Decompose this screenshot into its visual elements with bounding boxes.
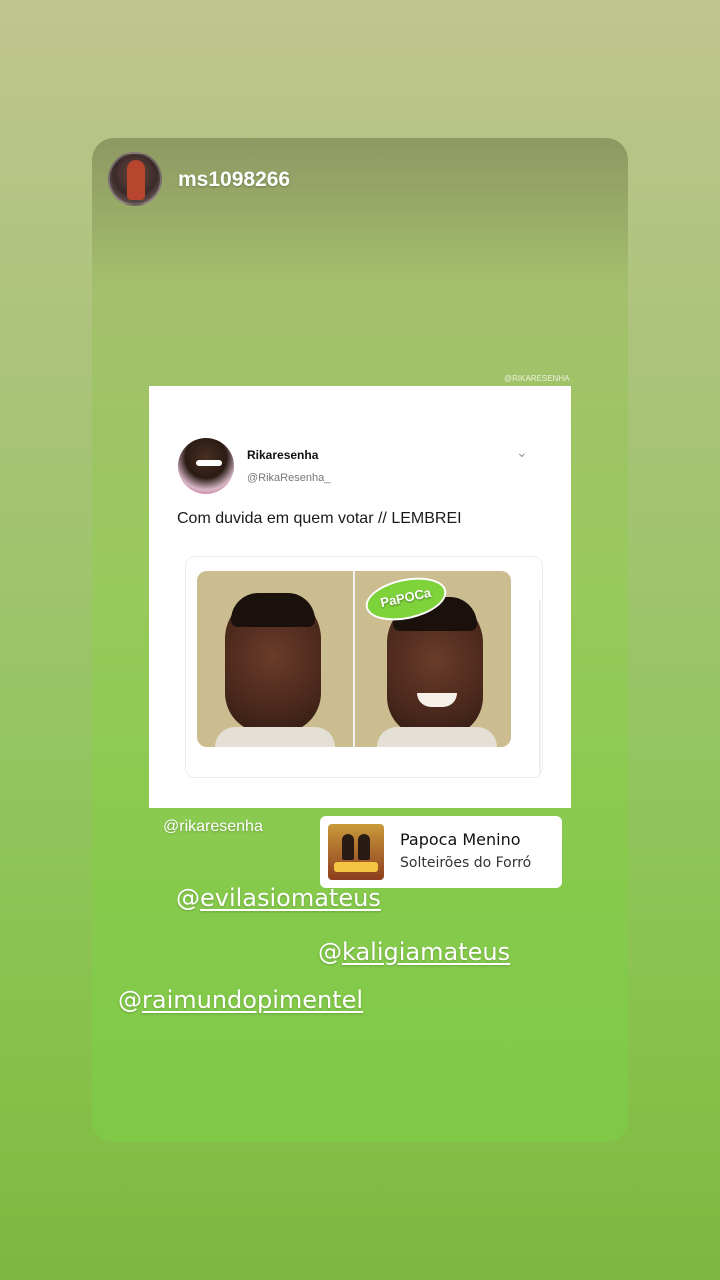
story-top-shade (92, 138, 628, 288)
post-watermark: @RIKARESENHA (504, 374, 570, 383)
mention-raimundopimentel[interactable]: @raimundopimentel (118, 986, 363, 1014)
hair (231, 593, 315, 627)
mention-at: @ (176, 884, 200, 912)
story-card: ms1098266 @RIKARESENHA Rikaresenha @Rika… (92, 138, 628, 1142)
music-title: Papoca Menino (400, 830, 521, 849)
tweet-author-handle: @RikaResenha_ (247, 472, 331, 484)
tweet-screenshot: Rikaresenha @RikaResenha_ ⌄ Com duvida e… (149, 386, 571, 808)
meme-image: PaPOCa (197, 571, 511, 747)
smile (417, 693, 457, 707)
tweet-media-edge (539, 600, 541, 774)
album-figure-1 (342, 834, 354, 860)
tweet-avatar (178, 438, 234, 494)
album-logo (334, 862, 378, 872)
avatar-glasses (196, 460, 222, 466)
credit-tag[interactable]: @rikaresenha (163, 818, 263, 836)
story-username[interactable]: ms1098266 (178, 168, 290, 192)
mention-evilasiomateus[interactable]: @evilasiomateus (176, 884, 381, 912)
chevron-down-icon: ⌄ (516, 444, 528, 460)
tweet-text: Com duvida em quem votar // LEMBREI (177, 510, 462, 527)
music-artist: Solteirões do Forró (400, 855, 532, 871)
mention-name: raimundopimentel (142, 986, 364, 1014)
mention-name: kaligiamateus (342, 938, 511, 966)
story-avatar[interactable] (108, 152, 162, 206)
shirt (377, 727, 497, 747)
tweet-author-name: Rikaresenha (247, 448, 319, 462)
mention-kaligiamateus[interactable]: @kaligiamateus (318, 938, 510, 966)
face-neutral (225, 593, 321, 733)
album-art (328, 824, 384, 880)
avatar-figure (127, 160, 145, 200)
shirt (215, 727, 335, 747)
album-figure-2 (358, 834, 370, 860)
music-sticker[interactable]: Papoca Menino Solteirões do Forró (320, 816, 562, 888)
mention-name: evilasiomateus (200, 884, 381, 912)
mention-at: @ (118, 986, 142, 1014)
mention-at: @ (318, 938, 342, 966)
meme-panel-left (197, 571, 353, 747)
